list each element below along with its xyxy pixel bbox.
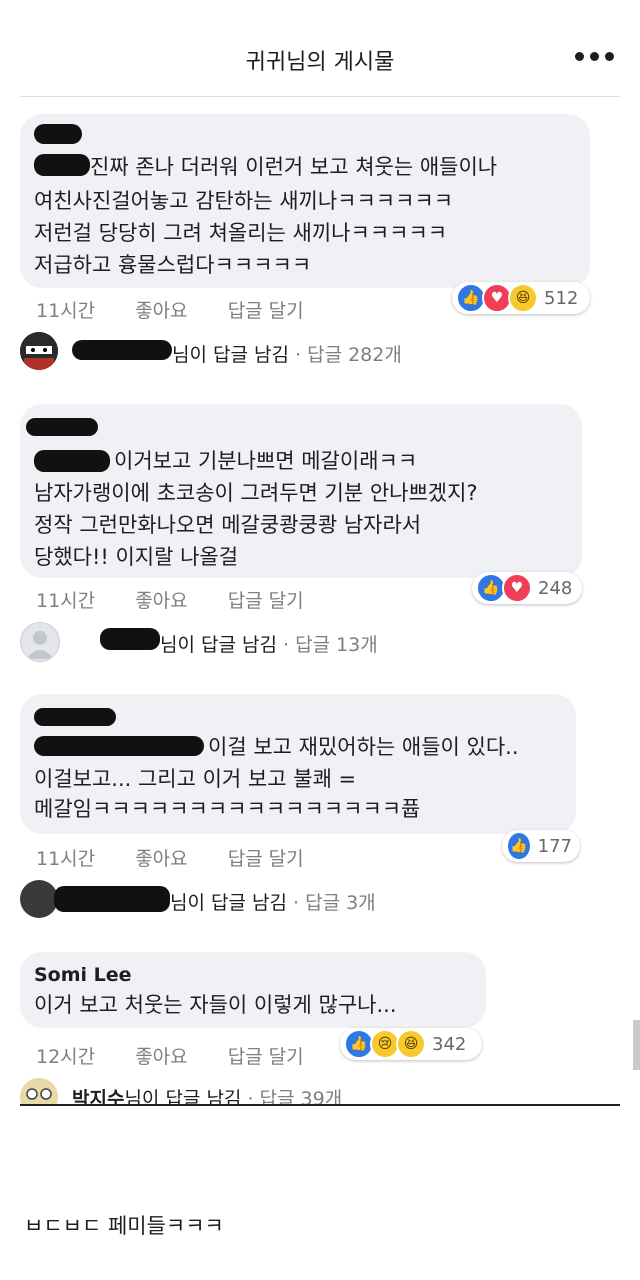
reply-summary[interactable]: 박지수님이 답글 남김 · 답글 39개 <box>20 1078 440 1104</box>
reaction-summary[interactable]: 👍 😢 😆 342 <box>340 1028 482 1060</box>
avatar <box>20 880 58 918</box>
post-header: 귀귀님의 게시물 <box>0 0 640 96</box>
comment-text: 이걸보고... 그리고 이거 보고 불쾌 = <box>34 767 357 791</box>
comment-text: 정작 그런만화나오면 메갈쿵쾅쿵쾅 남자라서 <box>34 513 422 537</box>
reply-summary-text: 박지수님이 답글 남김 · 답글 39개 <box>72 1088 343 1104</box>
like-reaction-icon: 👍 <box>506 831 532 861</box>
redacted-name <box>54 886 170 912</box>
redacted-author <box>34 124 82 144</box>
comment-time: 12시간 <box>36 1046 96 1068</box>
crop-border <box>20 1104 620 1106</box>
redacted-author <box>34 736 204 756</box>
comment-meta: 11시간 좋아요 답글 달기 <box>36 296 338 323</box>
reaction-summary[interactable]: 👍 ♥ 😆 512 <box>452 282 590 314</box>
comment-time: 11시간 <box>36 590 96 612</box>
reply-link[interactable]: 답글 달기 <box>228 300 304 322</box>
reply-link[interactable]: 답글 달기 <box>228 1046 304 1068</box>
reply-summary[interactable]: 님이 답글 남김 · 답글 282개 <box>20 332 440 372</box>
reply-link[interactable]: 답글 달기 <box>228 590 304 612</box>
comment-meta: 12시간 좋아요 답글 달기 <box>36 1042 338 1069</box>
comment-meta: 11시간 좋아요 답글 달기 <box>36 586 338 613</box>
comment-time: 11시간 <box>36 300 96 322</box>
comment-bubble: 이거보고 기분나쁘면 메갈이래ㅋㅋ 남자가랭이에 초코송이 그려두면 기분 안나… <box>20 404 582 578</box>
redacted-name <box>72 340 172 360</box>
reply-summary[interactable]: 님이 답글 남김 · 답글 13개 <box>20 622 440 662</box>
reaction-count: 342 <box>432 1033 467 1055</box>
like-link[interactable]: 좋아요 <box>135 1046 187 1068</box>
avatar <box>20 622 60 662</box>
reaction-count: 177 <box>537 835 572 857</box>
reply-summary-text: 님이 답글 남김 · 답글 282개 <box>172 344 402 366</box>
love-reaction-icon: ♥ <box>502 573 532 603</box>
reaction-count: 248 <box>538 577 573 599</box>
reaction-summary[interactable]: 👍 ♥ 248 <box>472 572 582 604</box>
page-title: 귀귀님의 게시물 <box>245 50 395 75</box>
comment-meta: 11시간 좋아요 답글 달기 <box>36 844 338 871</box>
comment-text: 저급하고 흉물스럽다ㅋㅋㅋㅋㅋ <box>34 253 312 277</box>
comment-text: 이걸 보고 재밌어하는 애들이 있다.. <box>208 735 519 759</box>
comment-time: 11시간 <box>36 848 96 870</box>
reaction-count: 512 <box>544 287 579 309</box>
reply-summary[interactable]: 님이 답글 남김 · 답글 3개 <box>20 880 440 920</box>
avatar <box>20 332 58 370</box>
scrollbar[interactable] <box>633 1020 640 1070</box>
haha-reaction-icon: 😆 <box>508 283 538 313</box>
redacted-author <box>34 708 116 726</box>
more-options-icon[interactable] <box>575 52 614 61</box>
comment-text: 이거보고 기분나쁘면 메갈이래ㅋㅋ <box>114 449 418 473</box>
redacted-author <box>26 418 98 436</box>
reaction-summary[interactable]: 👍 177 <box>502 830 580 862</box>
redacted-author <box>34 450 110 472</box>
comment-bubble: 이걸 보고 재밌어하는 애들이 있다.. 이걸보고... 그리고 이거 보고 불… <box>20 694 576 834</box>
like-link[interactable]: 좋아요 <box>135 590 187 612</box>
comment-text: 남자가랭이에 초코송이 그려두면 기분 안나쁘겠지? <box>34 481 478 505</box>
comment-author[interactable]: Somi Lee <box>34 964 132 986</box>
comment-bubble: 진짜 존나 더러워 이런거 보고 쳐웃는 애들이나 여친사진걸어놓고 감탄하는 … <box>20 114 590 288</box>
like-link[interactable]: 좋아요 <box>135 300 187 322</box>
comment-text: 당했다!! 이지랄 나올걸 <box>34 545 239 569</box>
comment-text: 이거 보고 처웃는 자들이 이렇게 많구나... <box>34 993 397 1017</box>
like-link[interactable]: 좋아요 <box>135 848 187 870</box>
comment-text: 저런걸 당당히 그려 쳐올리는 새끼나ㅋㅋㅋㅋㅋ <box>34 221 448 245</box>
comment-text: 진짜 존나 더러워 이런거 보고 쳐웃는 애들이나 <box>90 155 498 179</box>
comment-text: 여친사진걸어놓고 감탄하는 새끼나ㅋㅋㅋㅋㅋㅋ <box>34 189 454 213</box>
comment-text: 메갈임ㅋㅋㅋㅋㅋㅋㅋㅋㅋㅋㅋㅋㅋㅋㅋㅋ퓹 <box>34 797 421 821</box>
reply-summary-text: 님이 답글 남김 · 답글 13개 <box>160 634 378 656</box>
redacted-name <box>100 628 160 650</box>
comment-bubble: Somi Lee 이거 보고 처웃는 자들이 이렇게 많구나... <box>20 952 486 1028</box>
reply-link[interactable]: 답글 달기 <box>228 848 304 870</box>
haha-reaction-icon: 😆 <box>396 1029 426 1059</box>
divider <box>20 96 620 97</box>
reply-summary-text: 님이 답글 남김 · 답글 3개 <box>170 892 376 914</box>
redacted-author <box>34 154 90 176</box>
post-caption: ㅂㄷㅂㄷ 페미들ㅋㅋㅋ <box>24 1214 224 1238</box>
avatar <box>20 1078 58 1104</box>
